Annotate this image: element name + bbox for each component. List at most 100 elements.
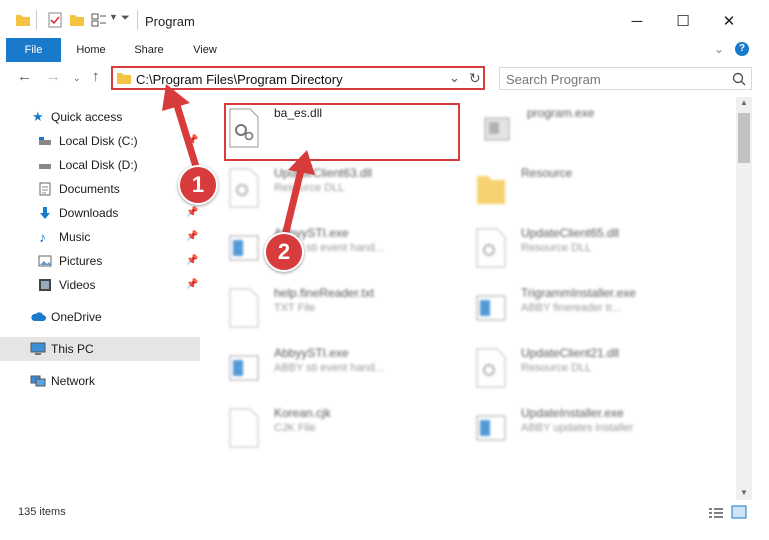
expand-ribbon-icon[interactable]: ⌄ xyxy=(714,42,724,56)
sidebar-item-local-disk-c[interactable]: Local Disk (C:) 📌 xyxy=(0,129,200,153)
pin-icon[interactable]: 📌 xyxy=(186,129,198,153)
search-input[interactable] xyxy=(500,68,728,90)
title-bar: ▼ ⏷ Program ─ ☐ ✕ xyxy=(0,0,769,38)
sidebar-item-onedrive[interactable]: OneDrive xyxy=(0,305,200,329)
customize-toolbar-icon[interactable]: ⏷ xyxy=(121,12,130,25)
status-bar xyxy=(0,500,769,540)
minimize-button[interactable]: ─ xyxy=(614,8,660,36)
large-icons-view-icon[interactable] xyxy=(731,505,747,519)
tab-share[interactable]: Share xyxy=(124,38,174,62)
file-item-program-exe[interactable]: program.exe xyxy=(481,104,721,164)
file-item-trigramminstaller-exe[interactable]: TrigrammInstaller.exe ABBY finereader tr… xyxy=(475,284,715,344)
forward-arrow-icon[interactable]: → xyxy=(46,68,61,85)
file-item-abbyysti-exe-2[interactable]: AbbyySTI.exe ABBY sti event hand... xyxy=(228,344,468,404)
recent-locations-icon[interactable]: ⌄ xyxy=(73,73,81,84)
file-item-updateclient63-dll[interactable]: UpdateClient63.dll Resource DLL xyxy=(228,164,468,224)
sidebar-item-this-pc[interactable]: This PC xyxy=(0,337,200,361)
file-item-updateclient21-dll[interactable]: UpdateClient21.dll Resource DLL xyxy=(475,344,715,404)
file-name: AbbyySTI.exe xyxy=(274,346,349,360)
back-arrow-icon[interactable]: ← xyxy=(17,68,32,85)
download-icon xyxy=(40,207,50,219)
search-icon[interactable] xyxy=(732,72,746,86)
close-button[interactable]: ✕ xyxy=(706,8,752,36)
dll-file-icon xyxy=(229,168,259,208)
sidebar-item-music[interactable]: ♪ Music 📌 xyxy=(0,225,200,249)
separator xyxy=(137,10,138,30)
pin-icon[interactable]: 📌 xyxy=(186,273,198,297)
file-name: Resource xyxy=(521,166,573,180)
scroll-down-icon[interactable]: ▼ xyxy=(740,488,748,497)
folder-icon xyxy=(117,73,131,84)
sidebar-item-label: Local Disk (C:) xyxy=(59,134,138,148)
star-icon: ★ xyxy=(32,109,44,124)
tab-home[interactable]: Home xyxy=(66,38,116,62)
file-name: Korean.cjk xyxy=(274,406,331,420)
chevron-down-icon[interactable]: ▼ xyxy=(109,12,118,22)
file-item-resource-folder[interactable]: Resource xyxy=(475,164,715,224)
sidebar-item-documents[interactable]: Documents xyxy=(0,177,200,201)
address-path[interactable]: C:\Program Files\Program Directory xyxy=(136,72,343,87)
file-name: help.fineReader.txt xyxy=(274,286,375,300)
pin-icon[interactable]: 📌 xyxy=(186,249,198,273)
tab-view[interactable]: View xyxy=(180,38,230,62)
sidebar-item-label: Network xyxy=(51,374,96,388)
file-item-updateclient65-dll[interactable]: UpdateClient65.dll Resource DLL xyxy=(475,224,715,284)
file-type: Resource DLL xyxy=(521,242,592,254)
exe-file-icon xyxy=(476,415,506,441)
sidebar-item-label: Local Disk (D:) xyxy=(59,158,138,172)
sidebar-item-downloads[interactable]: Downloads 📌 xyxy=(0,201,200,225)
file-type: ABBY finereader tr... xyxy=(521,302,622,314)
exe-file-icon xyxy=(229,235,259,261)
file-name: program.exe xyxy=(527,106,595,120)
sidebar-item-local-disk-d[interactable]: Local Disk (D:) xyxy=(0,153,200,177)
annotation-badge-1: 1 xyxy=(178,165,218,205)
scroll-thumb[interactable] xyxy=(738,113,750,163)
file-name: UpdateClient65.dll xyxy=(521,226,620,240)
file-name: TrigrammInstaller.exe xyxy=(521,286,636,300)
sidebar-item-quick-access[interactable]: ★ Quick access xyxy=(0,105,200,129)
file-type: CJK File xyxy=(274,422,316,434)
sidebar-item-pictures[interactable]: Pictures 📌 xyxy=(0,249,200,273)
sidebar-item-label: Pictures xyxy=(59,254,103,268)
exe-file-icon xyxy=(476,295,506,321)
maximize-button[interactable]: ☐ xyxy=(660,8,706,36)
cloud-icon xyxy=(31,312,46,321)
search-box[interactable] xyxy=(499,67,752,90)
sidebar-item-label: Downloads xyxy=(59,206,119,220)
help-icon[interactable]: ? xyxy=(735,42,749,56)
address-dropdown-icon[interactable]: ⌄ xyxy=(449,70,460,86)
details-view-icon[interactable] xyxy=(708,507,724,519)
separator xyxy=(36,10,37,30)
network-icon xyxy=(30,375,46,387)
exe-file-icon xyxy=(484,117,510,141)
up-arrow-icon[interactable]: ↑ xyxy=(92,68,100,85)
generic-file-icon xyxy=(229,408,259,448)
folder-icon xyxy=(16,15,30,26)
computer-icon xyxy=(30,342,46,355)
sidebar-item-label: This PC xyxy=(51,342,94,356)
annotation-badge-2: 2 xyxy=(264,232,304,272)
file-type: TXT File xyxy=(274,302,316,314)
pin-icon[interactable]: 📌 xyxy=(186,225,198,249)
file-type: ABBY sti event hand... xyxy=(274,362,384,374)
sidebar-item-label: Quick access xyxy=(51,110,123,124)
text-file-icon xyxy=(229,288,259,328)
view-options-icon[interactable] xyxy=(91,12,107,28)
sidebar-item-network[interactable]: Network xyxy=(0,369,200,393)
new-folder-icon[interactable] xyxy=(69,12,85,28)
file-item-updateinstaller-exe[interactable]: UpdateInstaller.exe ABBY updates install… xyxy=(475,404,715,464)
sidebar-item-label: Videos xyxy=(59,278,96,292)
file-name: UpdateInstaller.exe xyxy=(521,406,624,420)
file-item-help-finereader-txt[interactable]: help.fineReader.txt TXT File xyxy=(228,284,468,344)
properties-icon[interactable] xyxy=(47,12,63,28)
file-name: UpdateClient63.dll xyxy=(274,166,373,180)
tab-file[interactable]: File xyxy=(6,38,61,62)
refresh-icon[interactable]: ↻ xyxy=(469,70,481,87)
exe-file-icon xyxy=(229,355,259,381)
music-icon: ♪ xyxy=(39,229,46,245)
sidebar-item-videos[interactable]: Videos 📌 xyxy=(0,273,200,297)
file-item-korean-cjk[interactable]: Korean.cjk CJK File xyxy=(228,404,468,464)
drive-icon xyxy=(39,164,51,169)
scroll-up-icon[interactable]: ▲ xyxy=(740,98,748,107)
file-type: Resource DLL xyxy=(521,362,592,374)
